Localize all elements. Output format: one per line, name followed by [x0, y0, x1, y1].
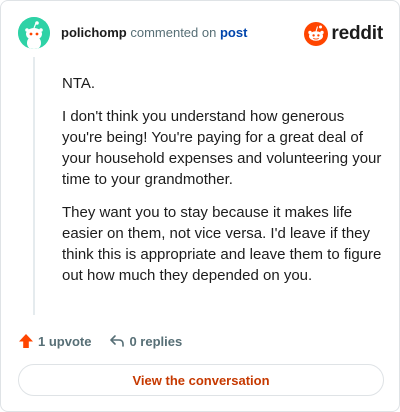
comment-paragraph: NTA.	[62, 75, 96, 92]
comment-paragraph: I don't think you understand how generou…	[62, 108, 382, 188]
action-text: commented on	[130, 25, 217, 40]
username-link[interactable]: polichomp	[61, 25, 127, 40]
comment-embed-card: polichomp commented on post reddit NTA. …	[0, 0, 400, 412]
upvote-button[interactable]: 1 upvote	[18, 333, 91, 349]
post-link[interactable]: post	[220, 25, 247, 40]
reddit-logo-icon	[304, 22, 329, 46]
upvote-arrow-icon	[19, 334, 33, 348]
reply-count: 0 replies	[129, 333, 183, 349]
user-avatar[interactable]	[18, 17, 50, 49]
replies-button[interactable]: 0 replies	[109, 333, 182, 349]
upvote-count: 1 upvote	[38, 333, 92, 349]
reply-arrow-icon	[110, 335, 125, 347]
comment-header: polichomp commented on post reddit	[18, 17, 383, 51]
comment-byline: polichomp commented on post	[61, 25, 247, 41]
comment-body: NTA. I don't think you understand how ge…	[62, 73, 382, 298]
comment-footer: 1 upvote 0 replies	[18, 331, 182, 351]
view-conversation-button[interactable]: View the conversation	[18, 364, 384, 396]
snoo-avatar-icon	[18, 17, 50, 49]
reddit-brand[interactable]: reddit	[304, 19, 383, 49]
thread-line	[33, 57, 35, 315]
brand-wordmark: reddit	[331, 23, 383, 44]
comment-paragraph: They want you to stay because it makes l…	[62, 204, 382, 284]
